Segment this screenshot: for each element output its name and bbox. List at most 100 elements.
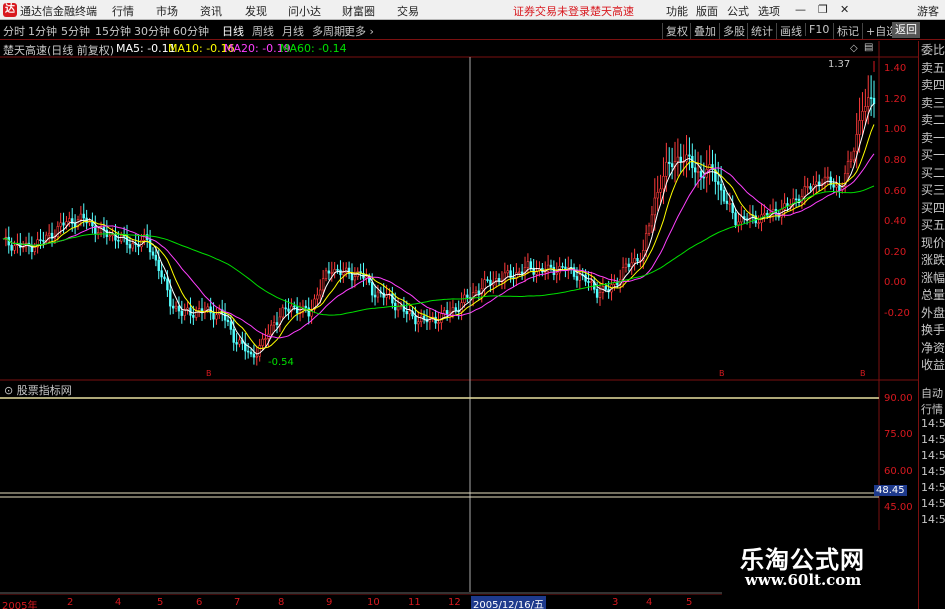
candle-body [47, 232, 51, 236]
watermark-title: 乐淘公式网 [740, 545, 865, 574]
candle-body [659, 188, 662, 193]
tick-time: 14:50 [921, 449, 945, 462]
candle-body [590, 281, 593, 283]
candle-body [653, 197, 657, 216]
candle-body [39, 239, 42, 241]
tick-time: 14:50 [921, 417, 945, 430]
candle-body [662, 176, 665, 190]
auto-quote-label[interactable]: 行情 [921, 401, 943, 417]
candle-body [838, 185, 841, 191]
candle-body [79, 213, 83, 220]
candle-body [258, 345, 261, 357]
date-tick-10: 10 [367, 597, 380, 608]
candle-body [644, 233, 648, 251]
candle-body [223, 312, 227, 321]
candle-body [688, 154, 691, 157]
indicator-circle-icon[interactable]: ⊙ [4, 384, 13, 397]
y-tick-label: 1.20 [884, 93, 907, 105]
candle-body [855, 134, 858, 152]
orderbook-label: 涨幅 [921, 270, 945, 285]
candle-body [627, 263, 631, 268]
date-tick-year: 2005年 [2, 601, 38, 609]
ma60-line [2, 185, 875, 316]
candle-body [849, 159, 853, 162]
candle-body [676, 156, 680, 162]
candle-body [578, 274, 582, 281]
candle-body [699, 171, 703, 178]
candle-body [160, 270, 163, 278]
candle-body [549, 264, 553, 268]
candle-body [215, 314, 218, 320]
candle-body [437, 322, 440, 324]
candle-body [489, 279, 492, 286]
candle-body [518, 271, 521, 274]
candle-body [872, 97, 876, 104]
candle-body [197, 308, 201, 312]
chart-grid [0, 41, 918, 609]
guest-user[interactable]: 游客 [917, 3, 939, 19]
date-tick-5: 5 [157, 597, 164, 608]
candle-body [552, 266, 556, 275]
candle-body [826, 176, 830, 179]
indicator-tick-60: 60.00 [884, 466, 913, 477]
candle-body [264, 338, 267, 340]
watermark-url: www.60lt.com [745, 571, 862, 589]
candle-body [316, 294, 319, 300]
candle-body [679, 156, 682, 163]
candle-body [587, 281, 590, 283]
date-tick-8: 8 [278, 597, 285, 608]
candle-body [373, 294, 377, 298]
candle-body [154, 254, 158, 261]
candle-body [321, 278, 325, 291]
candle-body [864, 106, 867, 112]
tick-time: 14:50 [921, 433, 945, 446]
indicator-tick-45: 45.00 [884, 502, 913, 513]
date-tick-6: 6 [196, 597, 203, 608]
date-tick-9: 9 [326, 597, 333, 608]
candle-body [454, 307, 458, 311]
indicator-tick-90: 90.00 [884, 393, 913, 404]
candle-body [226, 319, 230, 322]
candle-body [319, 289, 322, 296]
candle-body [575, 276, 579, 281]
candle-body [287, 308, 290, 312]
candle-body [858, 120, 861, 135]
y-tick-label: 1.00 [884, 124, 907, 136]
candle-body [336, 269, 339, 271]
tick-time: 14:50 [921, 465, 945, 478]
candle-body [668, 161, 671, 164]
y-tick-label: -0.20 [884, 307, 910, 319]
candle-body [719, 184, 723, 191]
candle-body [108, 235, 111, 237]
candle-body [763, 212, 766, 216]
candle-body [229, 321, 233, 330]
candle-body [483, 279, 486, 290]
candle-body [466, 294, 469, 298]
panel-toggle-icon[interactable]: ▤ [864, 42, 873, 53]
date-tick-4b: 4 [646, 597, 653, 608]
candle-body [419, 315, 423, 323]
candle-body [391, 293, 394, 304]
low-price-label: -0.54 [268, 357, 294, 368]
kline-chart[interactable]: B B B [0, 0, 918, 609]
candle-body [275, 322, 279, 325]
candle-body [177, 305, 181, 312]
candle-body [235, 342, 238, 345]
candle-body [88, 221, 91, 224]
candle-body [696, 171, 700, 173]
candle-body [725, 200, 729, 204]
date-tick-5b: 5 [686, 597, 693, 608]
candle-body [417, 321, 420, 325]
auto-quote-label[interactable]: 自动 [921, 385, 943, 401]
diamond-icon[interactable]: ◇ [850, 43, 858, 54]
candle-body [702, 176, 706, 179]
candle-body [832, 184, 835, 188]
candle-body [783, 203, 786, 210]
orderbook-label: 买五 [921, 218, 945, 232]
candle-body [324, 270, 328, 280]
date-tick-11: 11 [408, 597, 421, 608]
candle-body [252, 353, 256, 358]
orderbook-label: 买四 [921, 200, 945, 215]
date-tick-12: 12 [448, 597, 461, 608]
candle-body [65, 221, 68, 226]
